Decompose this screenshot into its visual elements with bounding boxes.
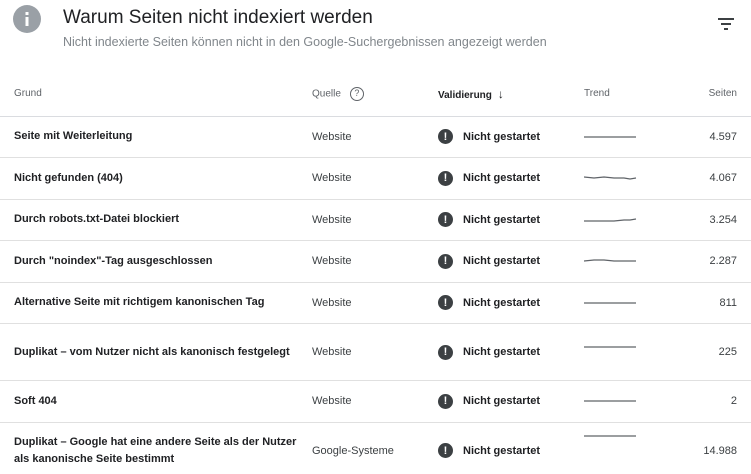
status-label: Nicht gestartet bbox=[463, 130, 541, 143]
row-trend-sparkline bbox=[584, 323, 671, 381]
row-trend-sparkline bbox=[584, 116, 671, 158]
status-badge: ! Nicht gestartet bbox=[438, 344, 541, 360]
status-label: Nicht gestartet bbox=[463, 296, 541, 309]
row-pages-count: 14.988 bbox=[703, 444, 737, 457]
row-trend-sparkline bbox=[584, 199, 671, 241]
row-validation: ! Nicht gestartet bbox=[438, 380, 584, 423]
trend-sparkline bbox=[584, 301, 636, 304]
row-source: Website bbox=[312, 157, 438, 200]
card-header: Warum Seiten nicht indexiert werden Nich… bbox=[0, 0, 751, 60]
sort-down-arrow-icon: ↓ bbox=[497, 86, 504, 101]
row-reason: Soft 404 bbox=[0, 380, 312, 423]
status-badge: ! Nicht gestartet bbox=[438, 253, 541, 269]
row-validation: ! Nicht gestartet bbox=[438, 323, 584, 381]
table-row[interactable]: Soft 404 Website! Nicht gestartet 2 bbox=[0, 380, 751, 423]
table-row[interactable]: Durch "noindex"-Tag ausgeschlossen Websit… bbox=[0, 240, 751, 283]
trend-sparkline bbox=[584, 217, 637, 222]
row-pages-count: 4.067 bbox=[671, 157, 751, 200]
status-badge: ! Nicht gestartet bbox=[438, 129, 541, 145]
row-reason: Durch robots.txt-Datei blockiert bbox=[0, 199, 312, 241]
trend-sparkline bbox=[584, 135, 636, 138]
row-reason: Nicht gefunden (404) bbox=[0, 157, 312, 200]
status-label: Nicht gestartet bbox=[463, 444, 541, 457]
column-header-source[interactable]: Quelle? bbox=[312, 72, 438, 117]
table-row[interactable]: Durch robots.txt-Datei blockiert Website!… bbox=[0, 199, 751, 241]
table-row[interactable]: Nicht gefunden (404) Website! Nicht gestar… bbox=[0, 157, 751, 200]
row-reason: Duplikat – vom Nutzer nicht als kanonisc… bbox=[0, 323, 312, 381]
alert-icon: ! bbox=[438, 129, 453, 145]
row-pages-count: 811 bbox=[671, 282, 751, 324]
column-header-trend: Trend bbox=[584, 72, 671, 117]
row-trend-sparkline bbox=[584, 282, 671, 324]
filter-icon[interactable] bbox=[716, 16, 736, 32]
status-badge: ! Nicht gestartet bbox=[438, 443, 541, 459]
table-row[interactable]: Alternative Seite mit richtigem kanonisc… bbox=[0, 282, 751, 324]
table-row[interactable]: Seite mit Weiterleitung Website! Nicht ges… bbox=[0, 116, 751, 158]
trend-sparkline bbox=[584, 346, 636, 348]
trend-line bbox=[584, 217, 637, 222]
status-label: Nicht gestartet bbox=[463, 255, 541, 268]
row-source: Website bbox=[312, 116, 438, 158]
trend-sparkline bbox=[584, 400, 636, 402]
row-pages-count: 2 bbox=[671, 380, 751, 423]
column-header-pages[interactable]: Seiten bbox=[671, 72, 751, 117]
row-source: Website bbox=[312, 240, 438, 283]
row-validation: ! Nicht gestartet bbox=[438, 116, 584, 158]
row-pages-count: 225 bbox=[671, 323, 751, 381]
help-icon[interactable]: ? bbox=[349, 86, 364, 101]
row-reason: Seite mit Weiterleitung bbox=[0, 116, 312, 158]
row-trend-sparkline bbox=[584, 157, 671, 200]
column-header-validation[interactable]: Validierung ↓ bbox=[438, 72, 584, 117]
row-validation: ! Nicht gestartet bbox=[438, 282, 584, 324]
row-validation: ! Nicht gestartet bbox=[438, 240, 584, 283]
row-reason: Duplikat – Google hat eine andere Seite … bbox=[14, 435, 297, 465]
info-icon bbox=[13, 5, 41, 33]
alert-icon: ! bbox=[438, 295, 453, 311]
row-validation: ! Nicht gestartet bbox=[438, 157, 584, 200]
row-validation: ! Nicht gestartet bbox=[438, 422, 584, 474]
table-header-row: Grund Quelle? Validierung ↓ Trend Seiten bbox=[0, 72, 751, 117]
table-row[interactable]: Duplikat – vom Nutzer nicht als kanonisc… bbox=[0, 323, 751, 381]
alert-icon: ! bbox=[438, 212, 453, 228]
row-source: Google-Systeme bbox=[312, 444, 394, 457]
trend-sparkline bbox=[584, 434, 636, 437]
alert-icon: ! bbox=[438, 393, 453, 409]
status-label: Nicht gestartet bbox=[463, 172, 541, 185]
row-pages-count: 3.254 bbox=[671, 199, 751, 241]
reasons-table: Grund Quelle? Validierung ↓ Trend Seiten … bbox=[0, 72, 751, 474]
row-trend-sparkline bbox=[584, 380, 671, 423]
row-source: Website bbox=[312, 282, 438, 324]
alert-icon: ! bbox=[438, 253, 453, 269]
status-label: Nicht gestartet bbox=[463, 395, 541, 408]
page-subtitle: Nicht indexierte Seiten können nicht in … bbox=[63, 35, 547, 49]
status-badge: ! Nicht gestartet bbox=[438, 295, 541, 311]
row-source: Website bbox=[312, 199, 438, 241]
column-header-reason[interactable]: Grund bbox=[0, 72, 312, 117]
status-label: Nicht gestartet bbox=[463, 213, 541, 226]
table-row[interactable]: Duplikat – Google hat eine andere Seite … bbox=[0, 422, 751, 474]
row-trend-sparkline bbox=[584, 422, 671, 474]
row-source: Website bbox=[312, 323, 438, 381]
status-badge: ! Nicht gestartet bbox=[438, 170, 541, 186]
status-label: Nicht gestartet bbox=[463, 346, 541, 358]
row-validation: ! Nicht gestartet bbox=[438, 199, 584, 241]
alert-icon: ! bbox=[438, 170, 453, 186]
status-badge: ! Nicht gestartet bbox=[438, 212, 541, 228]
alert-icon: ! bbox=[438, 344, 453, 360]
trend-sparkline bbox=[584, 259, 636, 262]
status-badge: ! Nicht gestartet bbox=[438, 393, 541, 409]
row-reason: Alternative Seite mit richtigem kanonisc… bbox=[0, 282, 312, 324]
row-trend-sparkline bbox=[584, 240, 671, 283]
row-pages-count: 2.287 bbox=[671, 240, 751, 283]
trend-sparkline bbox=[584, 176, 637, 180]
row-pages-count: 4.597 bbox=[671, 116, 751, 158]
row-reason: Durch "noindex"-Tag ausgeschlossen bbox=[0, 240, 312, 283]
alert-icon: ! bbox=[438, 443, 453, 459]
page-title: Warum Seiten nicht indexiert werden bbox=[63, 7, 373, 28]
trend-line bbox=[584, 176, 637, 180]
row-source: Website bbox=[312, 380, 438, 423]
trend-line bbox=[584, 259, 636, 262]
